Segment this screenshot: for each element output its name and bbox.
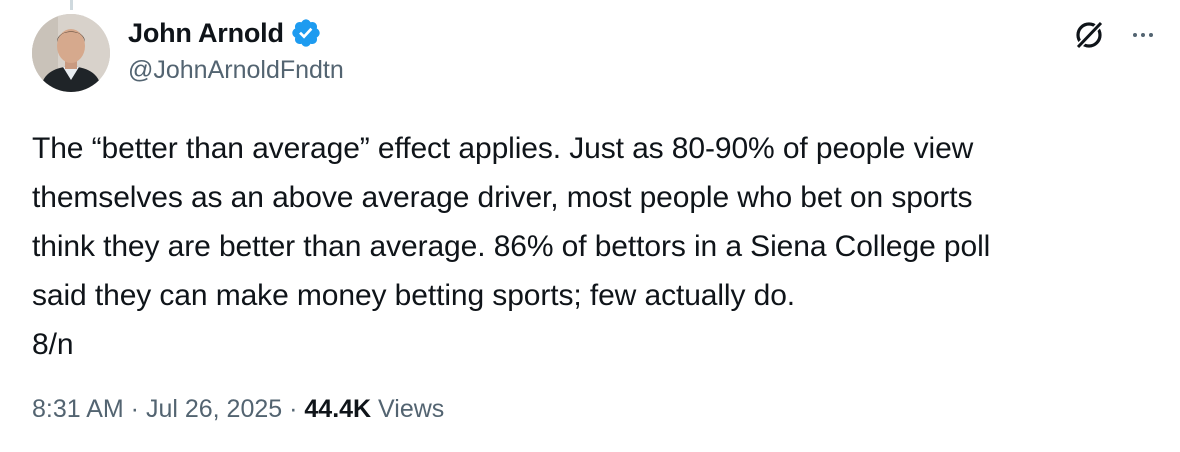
verified-badge-icon[interactable]	[290, 17, 322, 49]
tweet-meta: 8:31 AM · Jul 26, 2025 · 44.4K Views	[32, 395, 444, 424]
meta-separator: ·	[282, 395, 305, 423]
author-name-row: John Arnold	[128, 14, 322, 52]
tweet-text: The “better than average” effect applies…	[32, 124, 1162, 369]
tweet-text-line: The “better than average” effect applies…	[32, 132, 974, 165]
tweet-date[interactable]: Jul 26, 2025	[146, 395, 282, 423]
author-handle[interactable]: @JohnArnoldFndtn	[128, 56, 344, 85]
meta-separator: ·	[123, 395, 146, 423]
views-count[interactable]: 44.4K	[304, 395, 371, 423]
tweet-text-line: 8/n	[32, 328, 74, 361]
tweet-time[interactable]: 8:31 AM	[32, 395, 124, 423]
tweet-text-line: think they are better than average. 86% …	[32, 230, 991, 263]
grok-icon[interactable]	[1072, 18, 1106, 52]
tweet-text-line: said they can make money betting sports;…	[32, 279, 796, 312]
author-display-name[interactable]: John Arnold	[128, 18, 284, 49]
thread-connector-line	[70, 0, 73, 10]
views-label: Views	[371, 395, 445, 423]
avatar-image	[32, 14, 110, 92]
more-options-icon[interactable]	[1126, 20, 1160, 50]
tweet-text-line: themselves as an above average driver, m…	[32, 181, 973, 214]
avatar[interactable]	[32, 14, 110, 92]
